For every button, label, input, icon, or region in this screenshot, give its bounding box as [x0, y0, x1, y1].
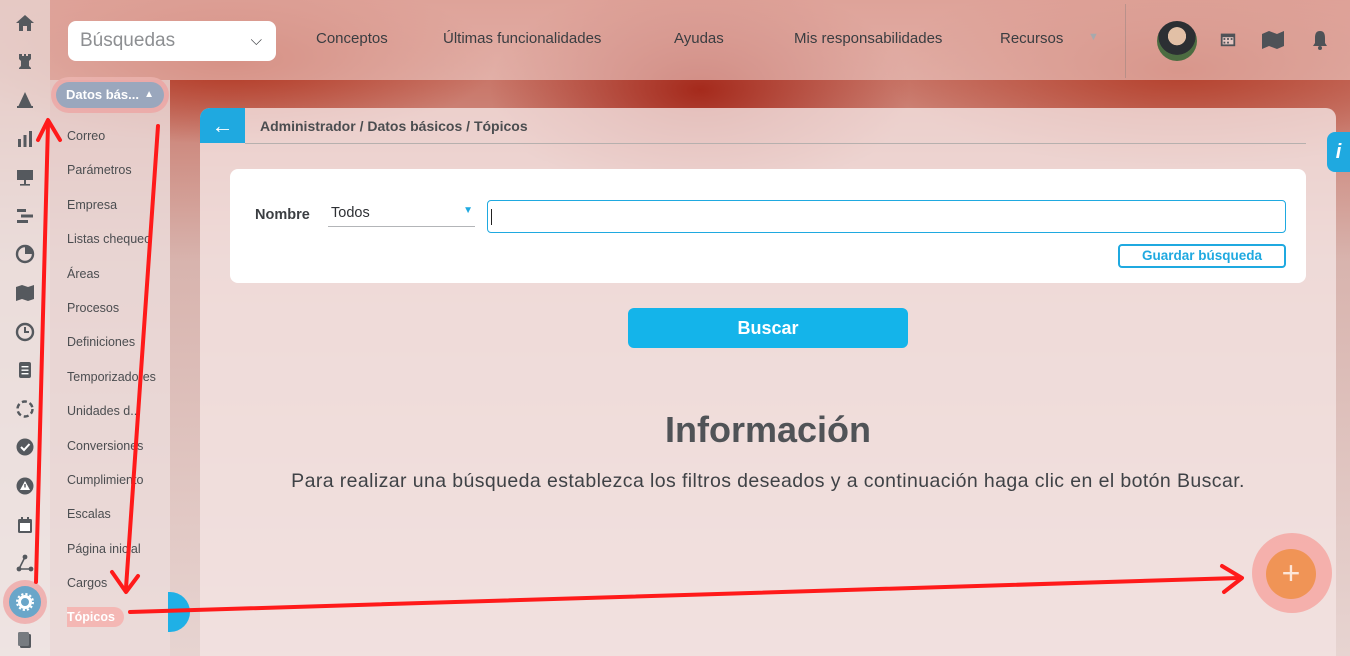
network-icon[interactable] — [9, 547, 41, 579]
nav-ayudas[interactable]: Ayudas — [674, 30, 724, 47]
pie-chart-icon[interactable] — [9, 239, 41, 271]
basic-data-submenu: Datos bás... ▲ Correo Parámetros Empresa… — [50, 80, 170, 656]
nav-ultimas-funcionalidades[interactable]: Últimas funcionalidades — [443, 30, 601, 47]
bell-icon[interactable] — [1312, 30, 1328, 53]
cone-icon[interactable] — [9, 84, 41, 116]
nav-mis-responsabilidades[interactable]: Mis responsabilidades — [794, 30, 942, 47]
cycle-icon[interactable] — [9, 393, 41, 425]
clock-icon[interactable] — [9, 316, 41, 348]
submenu-item-correo[interactable]: Correo — [67, 125, 170, 159]
left-icon-rail — [0, 0, 50, 656]
info-title: Información — [664, 409, 871, 450]
submenu-item-parametros[interactable]: Parámetros — [67, 159, 170, 193]
submenu-item-unidades[interactable]: Unidades d... — [67, 400, 170, 434]
back-arrow-button[interactable]: ← — [200, 108, 245, 143]
submenu-item-cumplimiento[interactable]: Cumplimiento — [67, 469, 170, 503]
top-bar: Búsquedas ⌵ Conceptos Últimas funcionali… — [50, 0, 1350, 80]
submenu-item-procesos[interactable]: Procesos — [67, 297, 170, 331]
chevron-down-icon: ⌵ — [250, 32, 262, 49]
info-side-tab[interactable]: i — [1327, 132, 1350, 172]
submenu-item-temporizadores[interactable]: Temporizadores — [67, 366, 170, 400]
search-dropdown[interactable]: Búsquedas ⌵ — [68, 21, 276, 61]
search-dropdown-value: Búsquedas — [80, 30, 176, 51]
files-icon[interactable] — [9, 625, 41, 656]
nav-conceptos[interactable]: Conceptos — [316, 30, 388, 47]
caret-up-icon: ▲ — [144, 89, 154, 100]
map-icon[interactable] — [9, 277, 41, 309]
submenu-item-topicos[interactable]: Tópicos — [67, 606, 170, 640]
calendar-icon[interactable] — [9, 509, 41, 541]
filter-text-input[interactable] — [487, 200, 1286, 233]
submenu-header-label: Datos bás... — [66, 87, 139, 102]
gantt-icon[interactable] — [9, 200, 41, 232]
submenu-item-cargos[interactable]: Cargos — [67, 572, 170, 606]
submenu-item-pagina-inicial[interactable]: Página inicial — [67, 538, 170, 572]
main-content-card: ← Administrador / Datos básicos / Tópico… — [200, 108, 1336, 656]
submenu-item-empresa[interactable]: Empresa — [67, 194, 170, 228]
submenu-item-areas[interactable]: Áreas — [67, 263, 170, 297]
save-search-button[interactable]: Guardar búsqueda — [1118, 244, 1286, 268]
top-bar-divider — [1125, 4, 1126, 78]
submenu-item-definiciones[interactable]: Definiciones — [67, 331, 170, 365]
submenu-item-escalas[interactable]: Escalas — [67, 503, 170, 537]
submenu-header-basic-data[interactable]: Datos bás... ▲ — [56, 82, 164, 108]
avatar[interactable] — [1157, 21, 1197, 61]
gear-icon[interactable] — [9, 585, 41, 618]
submenu-item-listas-chequeo[interactable]: Listas chequeo — [67, 228, 170, 262]
bar-chart-icon[interactable] — [9, 123, 41, 155]
map-icon[interactable] — [1261, 30, 1285, 53]
breadcrumb: Administrador / Datos básicos / Tópicos — [260, 118, 528, 134]
submenu-item-conversiones[interactable]: Conversiones — [67, 435, 170, 469]
info-text: Para realizar una búsqueda establezca lo… — [291, 470, 1245, 492]
filter-operator-value: Todos — [331, 205, 370, 221]
submenu-list: Correo Parámetros Empresa Listas chequeo… — [67, 125, 170, 641]
search-button[interactable]: Buscar — [628, 308, 908, 348]
arrow-left-icon: ← — [211, 113, 234, 138]
calendar-icon[interactable] — [1219, 30, 1237, 51]
home-icon[interactable] — [9, 7, 41, 39]
check-circle-icon[interactable] — [9, 432, 41, 464]
caret-down-icon: ▼ — [463, 205, 473, 216]
breadcrumb-divider — [245, 143, 1306, 144]
warning-icon[interactable] — [9, 470, 41, 502]
filter-label-nombre: Nombre — [255, 207, 310, 223]
nav-recursos[interactable]: Recursos — [1000, 30, 1063, 47]
presentation-icon[interactable] — [9, 161, 41, 193]
add-button[interactable]: + — [1266, 549, 1316, 599]
rook-icon[interactable] — [9, 46, 41, 78]
filter-operator-select[interactable]: Todos ▼ — [328, 205, 475, 227]
filter-panel: Nombre Todos ▼ Guardar búsqueda — [230, 169, 1306, 283]
document-icon[interactable] — [9, 354, 41, 386]
caret-down-icon[interactable]: ▼ — [1088, 31, 1099, 43]
